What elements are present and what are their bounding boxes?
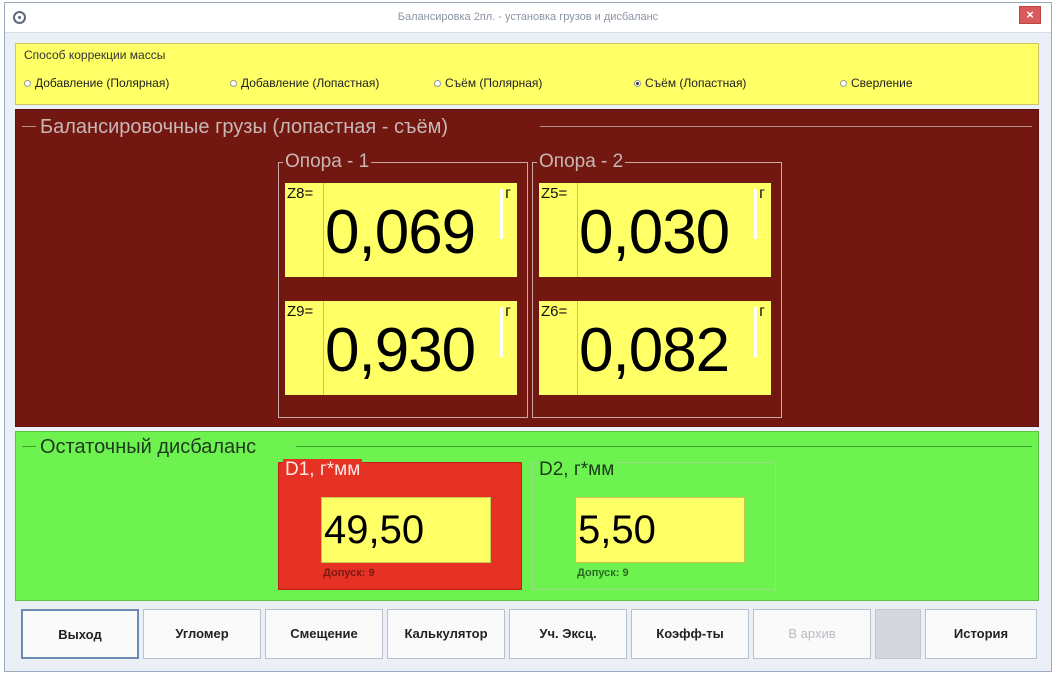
weight-unit: г <box>505 185 511 202</box>
support-2-legend: Опора - 2 <box>537 151 626 173</box>
radio-add-blade[interactable]: Добавление (Лопастная) <box>230 76 379 90</box>
weight-label: Z5= <box>541 185 568 202</box>
mass-correction-legend: Способ коррекции массы <box>24 48 166 62</box>
clip-bar <box>500 307 503 357</box>
weight-value: 0,069 <box>325 198 476 267</box>
mass-correction-method-group: Способ коррекции массы Добавление (Поляр… <box>15 43 1039 105</box>
divider <box>577 183 578 277</box>
close-button[interactable]: × <box>1019 6 1041 24</box>
weight-label: Z6= <box>541 303 568 320</box>
radio-selected-icon <box>634 79 641 87</box>
residual-unbalance-group: Остаточный дисбаланс D1, г*мм 49,50 Допу… <box>15 431 1039 601</box>
weight-label: Z9= <box>287 303 314 320</box>
d2-legend: D2, г*мм <box>537 459 617 481</box>
radio-icon <box>434 79 441 87</box>
weight-z6-box: Z6= 0,082 г <box>539 301 771 395</box>
radio-icon <box>24 79 31 87</box>
spacer <box>875 609 921 659</box>
support-1-legend: Опора - 1 <box>283 151 372 173</box>
radio-drilling[interactable]: Сверление <box>840 76 913 90</box>
weight-z9-box: Z9= 0,930 г <box>285 301 517 395</box>
d2-value: 5,50 <box>575 497 745 563</box>
d1-tolerance: Допуск: 9 <box>323 567 375 579</box>
weight-unit: г <box>505 303 511 320</box>
title-bar: Балансировка 2пл. - установка грузов и д… <box>5 3 1051 33</box>
bottom-button-bar: Выход Угломер Смещение Калькулятор Уч. Э… <box>15 607 1039 663</box>
weight-unit: г <box>759 303 765 320</box>
clip-bar <box>754 307 757 357</box>
radio-icon <box>840 79 847 87</box>
history-button[interactable]: История <box>925 609 1037 659</box>
divider <box>323 183 324 277</box>
radio-label: Съём (Полярная) <box>445 76 543 90</box>
divider <box>577 301 578 395</box>
d1-unbalance-group: D1, г*мм 49,50 Допуск: 9 <box>278 459 522 590</box>
close-icon: × <box>1026 7 1034 22</box>
radio-remove-polar[interactable]: Съём (Полярная) <box>434 76 542 90</box>
weight-z8-box: Z8= 0,069 г <box>285 183 517 277</box>
balancing-weights-group: Балансировочные грузы (лопастная - съём)… <box>15 109 1039 427</box>
weight-unit: г <box>759 185 765 202</box>
calculator-button[interactable]: Калькулятор <box>387 609 505 659</box>
radio-label: Съём (Лопастная) <box>645 76 747 90</box>
archive-button[interactable]: В архив <box>753 609 871 659</box>
divider <box>323 301 324 395</box>
radio-add-polar[interactable]: Добавление (Полярная) <box>24 76 169 90</box>
weight-value: 0,930 <box>325 316 476 385</box>
radio-icon <box>230 79 237 87</box>
radio-remove-blade[interactable]: Съём (Лопастная) <box>634 76 746 90</box>
balancing-window: Балансировка 2пл. - установка грузов и д… <box>4 2 1052 672</box>
weight-z5-box: Z5= 0,030 г <box>539 183 771 277</box>
offset-button[interactable]: Смещение <box>265 609 383 659</box>
window-title: Балансировка 2пл. - установка грузов и д… <box>397 11 659 23</box>
clip-bar <box>754 189 757 239</box>
radio-label: Добавление (Полярная) <box>35 76 170 90</box>
weight-value: 0,082 <box>579 316 730 385</box>
support-1-group: Опора - 1 Z8= 0,069 г Z9= 0,930 г <box>278 151 528 418</box>
d2-tolerance: Допуск: 9 <box>577 567 629 579</box>
weight-label: Z8= <box>287 185 314 202</box>
eccentricity-button[interactable]: Уч. Эксц. <box>509 609 627 659</box>
radio-label: Добавление (Лопастная) <box>241 76 380 90</box>
clip-bar <box>500 189 503 239</box>
goniometer-button[interactable]: Угломер <box>143 609 261 659</box>
d1-value: 49,50 <box>321 497 491 563</box>
coefficients-button[interactable]: Коэфф-ты <box>631 609 749 659</box>
radio-label: Сверление <box>851 76 913 90</box>
residual-unbalance-legend: Остаточный дисбаланс <box>40 436 257 458</box>
d1-legend: D1, г*мм <box>283 459 363 481</box>
exit-button[interactable]: Выход <box>21 609 139 659</box>
d2-unbalance-group: D2, г*мм 5,50 Допуск: 9 <box>532 459 776 590</box>
balancing-weights-legend: Балансировочные грузы (лопастная - съём) <box>40 116 448 138</box>
mass-correction-options: Добавление (Полярная) Добавление (Лопаст… <box>24 76 1034 94</box>
weight-value: 0,030 <box>579 198 730 267</box>
support-2-group: Опора - 2 Z5= 0,030 г Z6= 0,082 г <box>532 151 782 418</box>
